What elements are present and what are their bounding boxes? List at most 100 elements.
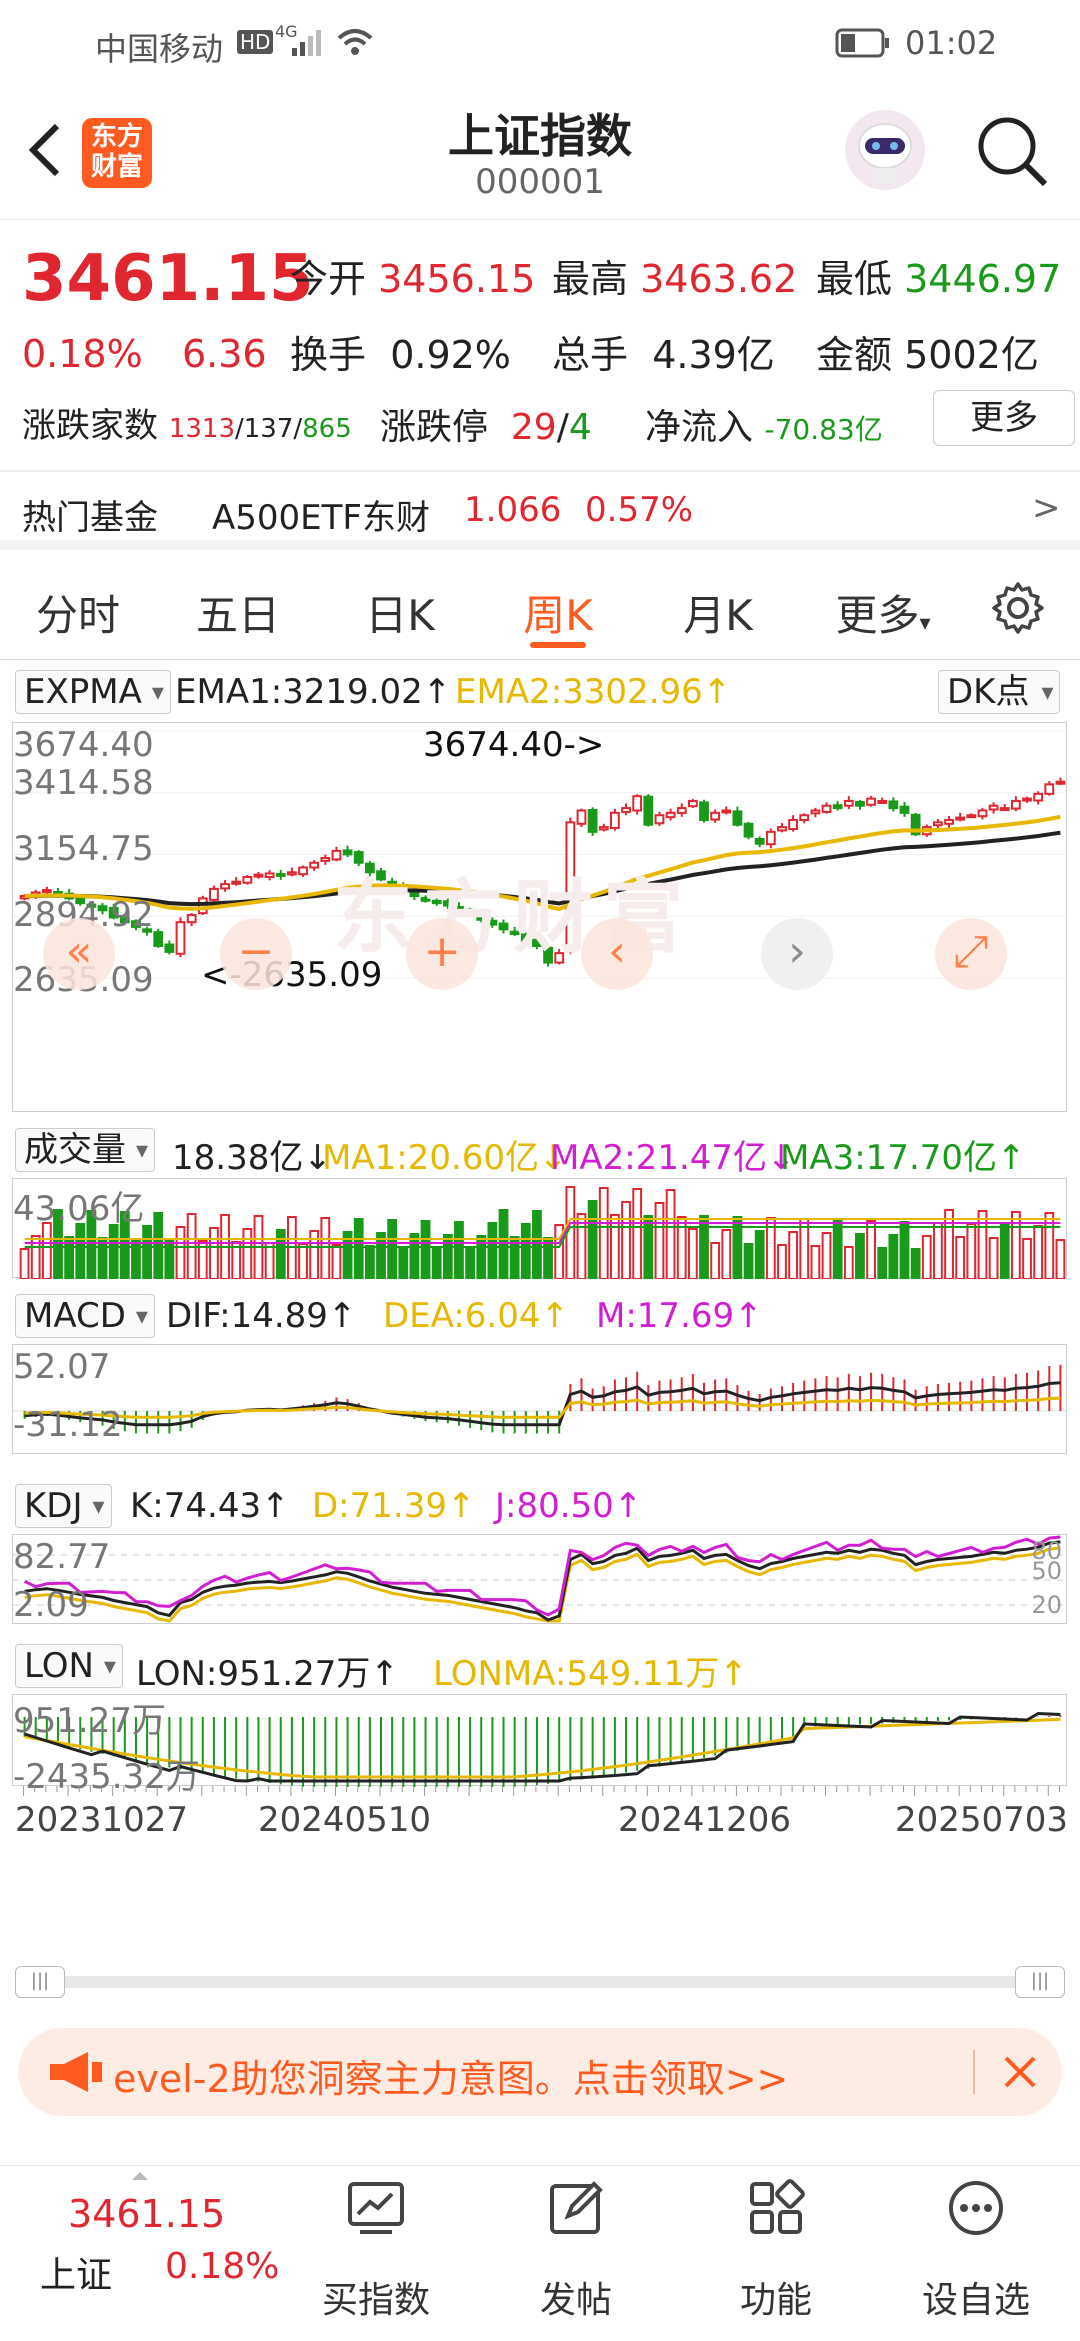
volume-ma2: MA2:21.47亿↓ bbox=[550, 1138, 796, 1178]
robot-assistant-icon[interactable] bbox=[843, 108, 927, 192]
kline-candle bbox=[977, 809, 988, 818]
range-slider-right-handle[interactable]: ||| bbox=[1015, 1966, 1065, 1998]
macd-selector[interactable]: MACD bbox=[15, 1294, 155, 1338]
kdj-selector[interactable]: KDJ bbox=[15, 1484, 112, 1528]
volume-ma3: MA3:17.70亿↑ bbox=[780, 1138, 1026, 1178]
limit-label: 涨跌停 bbox=[380, 407, 489, 448]
lon-header: LON LON:951.27万↑ LONMA:549.11万↑ bbox=[0, 1640, 1080, 1694]
volume-bar bbox=[1022, 1238, 1032, 1280]
volume-bar bbox=[498, 1209, 509, 1280]
lon-panel[interactable]: 951.27万 -2435.32万 bbox=[12, 1694, 1067, 1797]
nav-post-label: 发帖 bbox=[539, 2280, 612, 2321]
search-icon[interactable] bbox=[975, 114, 1051, 190]
tab-more[interactable]: 更多▾ bbox=[818, 582, 948, 643]
volume-bar bbox=[108, 1224, 119, 1280]
scroll-left-button[interactable]: ‹ bbox=[581, 918, 653, 990]
volume-bar bbox=[888, 1234, 899, 1280]
kline-panel[interactable]: 东方财富 3674.40 3414.58 3154.75 2894.92 263… bbox=[12, 722, 1068, 1112]
status-bar: 中国移动 HD 4G 01:02 bbox=[0, 0, 1080, 90]
nav-functions[interactable]: 功能 bbox=[696, 2166, 856, 2341]
volume-bar bbox=[788, 1231, 799, 1280]
kline-axis-top: 3674.40 bbox=[13, 725, 154, 765]
low-value: 3446.97 bbox=[904, 257, 1062, 301]
volume-bar bbox=[754, 1230, 765, 1280]
zoom-in-button[interactable]: + bbox=[406, 918, 478, 990]
nav-watchlist-label: 设自选 bbox=[921, 2280, 1030, 2321]
nav-watchlist-settings[interactable]: 设自选 bbox=[896, 2166, 1056, 2341]
fund-name[interactable]: A500ETF东财 bbox=[212, 490, 430, 539]
dk-point-selector[interactable]: DK点 ▾ bbox=[938, 670, 1061, 714]
lon-selector[interactable]: LON bbox=[15, 1644, 123, 1688]
lon-value: LON:951.27万↑ bbox=[136, 1654, 399, 1694]
tab-intraday[interactable]: 分时 bbox=[18, 582, 138, 643]
kline-candle bbox=[999, 807, 1010, 812]
fullscreen-button[interactable]: ⤢ bbox=[935, 918, 1007, 990]
ema1-value: EMA1:3219.02↑ bbox=[175, 672, 452, 712]
more-dots-icon bbox=[949, 2181, 1003, 2235]
kline-candle bbox=[955, 816, 966, 821]
volume-bar bbox=[331, 1244, 342, 1280]
collapse-up-icon[interactable] bbox=[130, 2168, 150, 2182]
expma-selector[interactable]: EXPMA bbox=[15, 670, 171, 714]
kline-candle bbox=[309, 861, 320, 869]
tab-daily-k[interactable]: 日K bbox=[340, 582, 460, 643]
tab-five-day[interactable]: 五日 bbox=[178, 582, 298, 643]
divider bbox=[0, 470, 1080, 472]
volume-bar bbox=[944, 1209, 954, 1280]
zoom-out-button[interactable]: − bbox=[220, 918, 292, 990]
kline-candle bbox=[1010, 799, 1021, 810]
kline-candle bbox=[41, 889, 52, 894]
volume-ma1: MA1:20.60亿↓ bbox=[322, 1138, 568, 1178]
kdj-panel[interactable]: 82.77 2.09 80 50 20 bbox=[12, 1534, 1068, 1625]
kline-candle bbox=[621, 807, 631, 813]
volume-bar bbox=[598, 1187, 609, 1280]
kline-candle bbox=[643, 795, 654, 826]
kline-candle bbox=[877, 799, 888, 804]
tab-monthly-k[interactable]: 月K bbox=[658, 582, 778, 643]
macd-axis-top: 52.07 bbox=[13, 1347, 111, 1387]
kline-max-label: 3674.40-> bbox=[423, 725, 605, 765]
bottom-index-price: 3461.15 bbox=[68, 2192, 226, 2236]
low-label: 最低 bbox=[816, 257, 893, 301]
volume-bar bbox=[487, 1222, 498, 1280]
kline-candle bbox=[944, 818, 954, 825]
settings-gear-icon[interactable] bbox=[990, 580, 1046, 636]
range-slider-left-handle[interactable]: ||| bbox=[15, 1966, 65, 1998]
volume-bar bbox=[442, 1234, 453, 1280]
nav-buy-index[interactable]: 买指数 bbox=[296, 2166, 456, 2341]
volume-bar bbox=[710, 1242, 721, 1280]
volume-bar bbox=[977, 1210, 988, 1280]
kline-candle bbox=[286, 871, 297, 876]
nav-post[interactable]: 发帖 bbox=[496, 2166, 656, 2341]
volume-selector[interactable]: 成交量 bbox=[15, 1128, 155, 1172]
fund-chevron-icon[interactable]: > bbox=[1032, 488, 1061, 528]
scroll-right-button[interactable]: › bbox=[761, 918, 833, 990]
kline-candle bbox=[799, 814, 810, 821]
volume-bar bbox=[843, 1246, 854, 1280]
high-value: 3463.62 bbox=[640, 257, 798, 301]
volume-bar bbox=[142, 1225, 152, 1280]
kline-candle bbox=[732, 810, 743, 826]
volume-panel[interactable]: 43.06亿 bbox=[12, 1178, 1067, 1280]
macd-panel[interactable]: 52.07 -31.12 bbox=[12, 1344, 1068, 1454]
close-icon[interactable] bbox=[1002, 2054, 1038, 2090]
kdj-chart bbox=[13, 1535, 1068, 1623]
kline-candle bbox=[1022, 797, 1032, 802]
volume-bar bbox=[97, 1237, 108, 1280]
promo-banner[interactable]: evel-2助您洞察主力意图。点击领取>> bbox=[18, 2028, 1062, 2116]
tab-weekly-k[interactable]: 周K bbox=[498, 582, 618, 643]
app-logo[interactable]: 东方 财富 bbox=[82, 118, 152, 188]
kline-candle bbox=[743, 822, 754, 838]
kline-candle bbox=[699, 801, 709, 821]
more-button[interactable]: 更多 bbox=[933, 390, 1075, 446]
volume-bar bbox=[988, 1237, 999, 1280]
kline-axis-2: 3414.58 bbox=[13, 763, 154, 803]
volume-bar bbox=[409, 1233, 420, 1280]
back-icon[interactable] bbox=[25, 120, 65, 180]
volume-bar bbox=[353, 1218, 364, 1280]
volume-bar bbox=[398, 1246, 409, 1280]
scroll-left-fast-button[interactable]: « bbox=[43, 918, 115, 990]
volume-bar bbox=[454, 1221, 464, 1280]
range-slider-track[interactable] bbox=[15, 1976, 1065, 1988]
volume-bar bbox=[743, 1243, 754, 1280]
